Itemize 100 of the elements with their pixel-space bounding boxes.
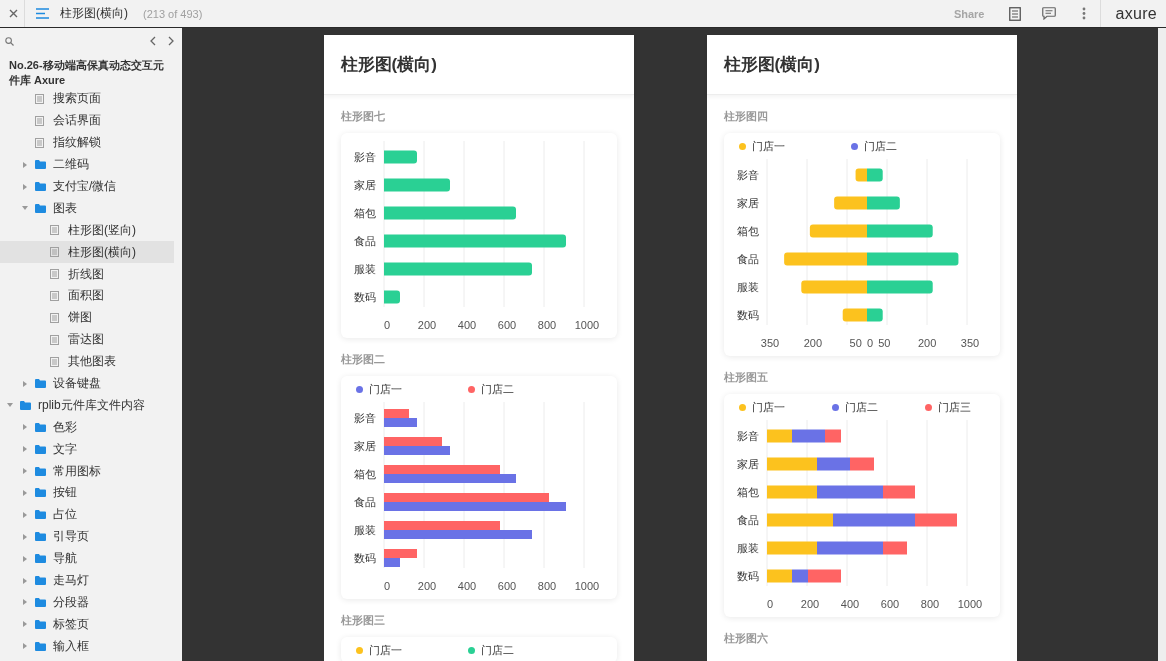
bar-segment: [849, 457, 874, 471]
section-title: 柱形图四: [723, 109, 769, 124]
folder-icon: [35, 379, 46, 388]
section-title: 柱形图三: [340, 613, 386, 628]
category-label: 服装: [353, 524, 376, 536]
tree-item[interactable]: 二维码: [0, 153, 95, 176]
caret-icon[interactable]: [22, 446, 28, 453]
page-title: 柱形图(横向): [60, 5, 128, 22]
tree-item[interactable]: 饼图: [0, 306, 98, 329]
tree-item[interactable]: 分段器: [0, 591, 95, 614]
tree-item[interactable]: 文字: [0, 438, 83, 461]
tick-label: 0: [866, 337, 873, 349]
folder-icon: [20, 400, 31, 410]
category-label: 家居: [353, 179, 376, 191]
category-label: 服装: [353, 263, 376, 275]
section-title: 柱形图六: [723, 631, 769, 646]
folder-icon: [35, 182, 46, 191]
section-title: 柱形图二: [340, 352, 386, 367]
tick-label: 200: [417, 319, 436, 331]
caret-icon[interactable]: [22, 380, 28, 387]
tick-label: 0: [766, 598, 773, 610]
tree-item[interactable]: 设备键盘: [0, 372, 107, 395]
tree-item[interactable]: rplib元件库文件内容: [0, 394, 151, 417]
caret-icon[interactable]: [22, 643, 28, 650]
tree-item[interactable]: 雷达图: [0, 328, 110, 351]
tree-item[interactable]: 搜索页面: [0, 88, 107, 110]
folder-icon: [35, 510, 46, 520]
bar: [383, 437, 442, 446]
bar-segment: [833, 196, 867, 210]
category-label: 影音: [736, 430, 759, 442]
page-icon: [50, 225, 59, 236]
category-label: 食品: [353, 235, 376, 247]
chevron-left-icon[interactable]: [150, 36, 156, 46]
caret-icon[interactable]: [22, 424, 28, 431]
chevron-right-icon[interactable]: [168, 36, 174, 46]
tick-label: 50: [849, 337, 862, 349]
tree-item[interactable]: 引导页: [0, 525, 95, 548]
scrollbar[interactable]: [1158, 28, 1166, 661]
tree-item[interactable]: 面积图: [0, 285, 110, 307]
legend-label: 门店一: [368, 381, 402, 397]
caret-icon[interactable]: [22, 468, 28, 475]
folder-icon: [35, 422, 46, 432]
bar-segment: [766, 541, 817, 555]
tree-item[interactable]: 色彩: [0, 416, 83, 439]
tick-label: 1000: [957, 598, 982, 610]
tick-label: 400: [457, 319, 476, 331]
caret-icon[interactable]: [22, 555, 28, 562]
folder-icon: [35, 641, 46, 651]
tree-item[interactable]: 柱形图(竖向): [0, 219, 142, 242]
category-label: 服装: [736, 542, 759, 554]
tree-item[interactable]: 占位: [0, 503, 83, 526]
tree-item[interactable]: 标签页: [0, 613, 95, 636]
tick-label: 200: [803, 337, 822, 349]
caret-icon[interactable]: [22, 205, 28, 212]
caret-icon[interactable]: [22, 599, 28, 606]
caret-icon[interactable]: [22, 489, 28, 496]
tree-item[interactable]: 常用图标: [0, 460, 107, 483]
document-icon[interactable]: [1009, 6, 1022, 21]
legend-label: 门店一: [751, 399, 785, 415]
tree-item[interactable]: 支付宝/微信: [0, 175, 123, 198]
tick-label: 0: [383, 319, 390, 331]
tick-label: 800: [537, 319, 556, 331]
caret-icon[interactable]: [22, 183, 28, 190]
tree-item[interactable]: 折线图: [0, 263, 110, 285]
menu-icon[interactable]: [36, 8, 49, 19]
category-label: 影音: [353, 412, 376, 424]
tree-item[interactable]: 导航: [0, 547, 83, 570]
tree-item[interactable]: 会话界面: [0, 109, 107, 132]
page-icon: [50, 356, 59, 367]
category-label: 食品: [736, 514, 759, 526]
search-icon[interactable]: [5, 36, 14, 46]
legend-label: 门店一: [751, 138, 785, 154]
tree-item[interactable]: 输入框: [0, 635, 95, 658]
tick-label: 600: [497, 580, 516, 592]
bar-segment: [866, 224, 933, 238]
comment-icon[interactable]: [1042, 7, 1057, 20]
close-icon[interactable]: [9, 9, 18, 18]
caret-icon[interactable]: [22, 621, 28, 628]
caret-icon[interactable]: [22, 161, 28, 168]
tree-item[interactable]: 其他图表: [0, 350, 122, 373]
tree-item[interactable]: 指纹解锁: [0, 131, 107, 154]
tree-item[interactable]: 柱形图(横向): [0, 241, 174, 264]
category-label: 家居: [736, 197, 759, 209]
caret-icon[interactable]: [7, 402, 13, 409]
page-icon: [35, 137, 44, 148]
page-icon: [35, 115, 44, 126]
caret-icon[interactable]: [22, 511, 28, 518]
tree-item[interactable]: 走马灯: [0, 569, 95, 592]
tick-label: 200: [417, 580, 436, 592]
caret-icon[interactable]: [22, 533, 28, 540]
category-label: 数码: [353, 291, 376, 303]
tree-item[interactable]: 按钮: [0, 482, 83, 504]
legend-label: 门店二: [480, 381, 514, 397]
tree-item[interactable]: 图表: [0, 197, 83, 220]
category-label: 家居: [736, 458, 759, 470]
page-icon: [50, 312, 59, 323]
caret-icon[interactable]: [22, 577, 28, 584]
tick-label: 50: [877, 337, 890, 349]
tick-label: 350: [760, 337, 779, 349]
more-icon[interactable]: [1082, 7, 1087, 20]
